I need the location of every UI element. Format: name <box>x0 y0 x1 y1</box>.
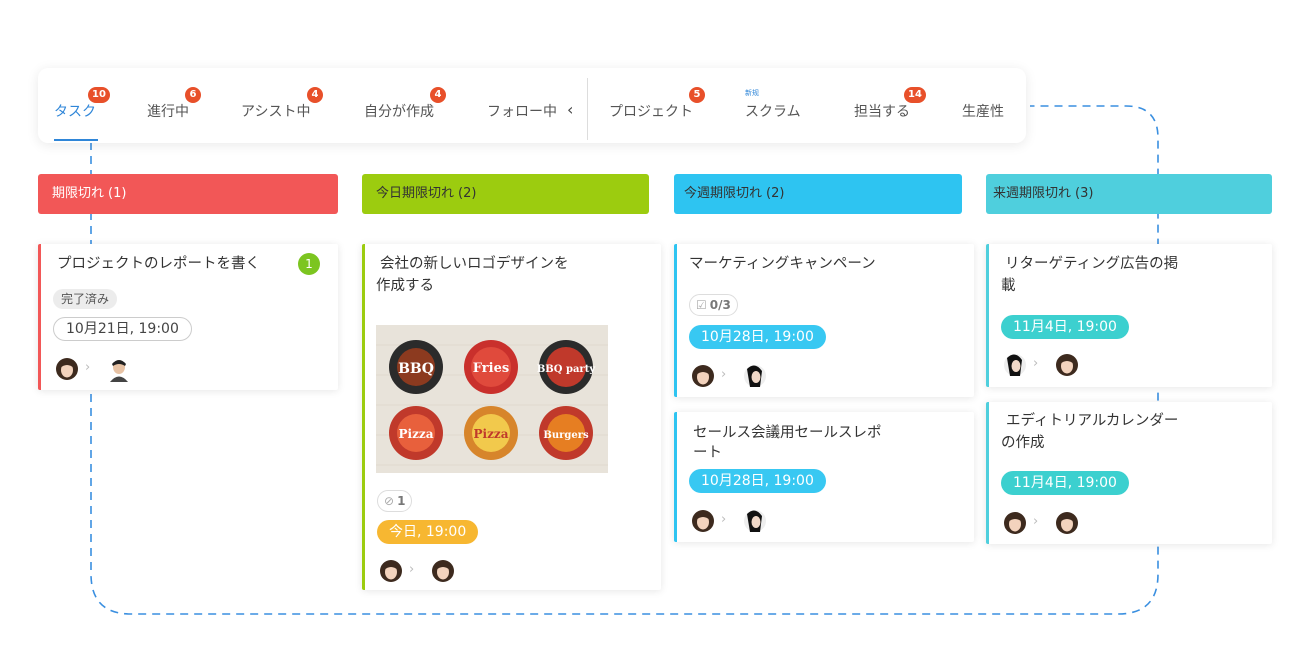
task-card-logo-design[interactable]: 会社の新しいロゴデザインを 作成する BBQ Fries BBQ party P… <box>362 244 661 590</box>
task-card-marketing-campaign[interactable]: マーケティングキャンペーン ☑ 0/3 10月28日, 19:00 › <box>674 244 974 397</box>
card-title-line: 作成する <box>376 278 434 294</box>
avatar <box>692 365 714 387</box>
status-badge: 完了済み <box>53 289 118 309</box>
tab-badge: 14 <box>904 87 926 103</box>
tab-label: 進行中 <box>147 104 189 120</box>
task-card-retargeting-ads[interactable]: リターゲティング広告の掲 載 11月4日, 19:00 › <box>986 244 1272 387</box>
tab-badge: 4 <box>430 87 446 103</box>
assignee-row: › <box>691 363 771 389</box>
arrow-right-icon: › <box>409 562 415 577</box>
card-title-line: リターゲティング広告の掲 <box>1005 256 1179 272</box>
assignee-row: › <box>1003 352 1083 378</box>
assignee-row: › <box>691 508 771 534</box>
tab-label: アシスト中 <box>241 104 311 120</box>
card-title-line: ート <box>693 445 722 461</box>
checklist-progress: ☑ 0/3 <box>689 294 738 316</box>
avatar <box>110 360 128 382</box>
sticker-label: Burgers <box>543 430 589 441</box>
assignee-row: › <box>1003 510 1083 536</box>
card-title-line: セールス会議用セールスレポ <box>693 425 882 441</box>
tab-label: 生産性 <box>962 104 1004 120</box>
due-date: 今日, 19:00 <box>377 520 479 544</box>
assignee-row: › <box>55 356 135 382</box>
column-header-due-next-week[interactable]: 来週期限切れ (3) <box>986 174 1272 214</box>
due-date: 11月4日, 19:00 <box>1001 315 1129 339</box>
avatar <box>1004 512 1026 534</box>
tab-label: プロジェクト <box>609 104 693 120</box>
arrow-right-icon: › <box>721 367 727 382</box>
sticker-label: Pizza <box>474 427 509 441</box>
avatar <box>432 560 454 582</box>
column-header-overdue[interactable]: 期限切れ (1) <box>38 174 338 214</box>
new-tag: 新规 <box>745 89 759 97</box>
card-title-line: の作成 <box>1001 435 1045 451</box>
checkbox-icon: ☑ <box>696 298 707 312</box>
sticker-label: BBQ party <box>537 364 596 375</box>
card-title: プロジェクトのレポートを書く <box>57 256 260 272</box>
avatar <box>1056 512 1078 534</box>
comment-count-badge: 1 <box>298 253 320 275</box>
card-title: マーケティングキャンペーン <box>689 256 876 272</box>
sticker-label: Fries <box>473 361 509 376</box>
attachment-count: ⊘ 1 <box>377 490 413 512</box>
sticker-label: Pizza <box>399 427 434 441</box>
avatar <box>744 510 766 532</box>
paperclip-icon: ⊘ <box>384 494 395 508</box>
avatar <box>692 510 714 532</box>
tab-divider <box>587 78 588 140</box>
card-title-line: 載 <box>1001 278 1016 294</box>
due-date: 11月4日, 19:00 <box>1001 471 1129 495</box>
arrow-right-icon: › <box>1033 356 1039 371</box>
column-count: (2) <box>458 186 477 201</box>
column-count: (3) <box>1075 186 1094 201</box>
tab-badge: 10 <box>88 87 110 103</box>
column-title: 期限切れ <box>52 186 105 201</box>
chevron-left-icon[interactable]: ‹ <box>567 100 573 119</box>
avatar <box>744 365 766 387</box>
due-date: 10月21日, 19:00 <box>53 317 192 341</box>
tab-badge: 6 <box>185 87 201 103</box>
column-title: 今週期限切れ <box>684 186 763 201</box>
task-card-project-report[interactable]: プロジェクトのレポートを書く 1 完了済み 10月21日, 19:00 › <box>38 244 338 390</box>
column-count: (1) <box>108 186 127 201</box>
task-card-sales-report[interactable]: セールス会議用セールスレポ ート 10月28日, 19:00 › <box>674 412 974 542</box>
avatar <box>56 358 78 380</box>
due-date: 10月28日, 19:00 <box>689 469 826 493</box>
food-stickers-image: BBQ Fries BBQ party Pizza Pizza Burgers <box>376 325 608 473</box>
arrow-right-icon: › <box>1033 514 1039 529</box>
tab-label: 自分が作成 <box>364 104 434 120</box>
assignee-row: › <box>379 558 459 584</box>
column-title: 来週期限切れ <box>993 186 1072 201</box>
tab-badge: 4 <box>307 87 323 103</box>
tab-badge: 5 <box>689 87 705 103</box>
active-tab-indicator <box>54 139 98 141</box>
arrow-right-icon: › <box>721 512 727 527</box>
tab-label: 担当する <box>854 104 910 120</box>
tab-label: タスク <box>54 104 96 120</box>
tab-label: スクラム <box>745 104 801 120</box>
column-title: 今日期限切れ <box>376 186 455 201</box>
checklist-value: 0/3 <box>709 298 731 312</box>
avatar <box>1056 354 1078 376</box>
task-card-editorial-calendar[interactable]: エディトリアルカレンダー の作成 11月4日, 19:00 › <box>986 402 1272 544</box>
due-date: 10月28日, 19:00 <box>689 325 826 349</box>
avatar <box>380 560 402 582</box>
card-title-line: 会社の新しいロゴデザインを <box>380 256 569 272</box>
avatar <box>1004 354 1026 376</box>
attachment-count-value: 1 <box>397 494 406 508</box>
arrow-right-icon: › <box>85 360 91 375</box>
column-count: (2) <box>766 186 785 201</box>
column-header-due-this-week[interactable]: 今週期限切れ (2) <box>674 174 962 214</box>
sticker-label: BBQ <box>398 361 434 377</box>
column-header-due-today[interactable]: 今日期限切れ (2) <box>362 174 649 214</box>
card-title-line: エディトリアルカレンダー <box>1006 413 1179 429</box>
tab-label: フォロー中 <box>487 104 557 120</box>
